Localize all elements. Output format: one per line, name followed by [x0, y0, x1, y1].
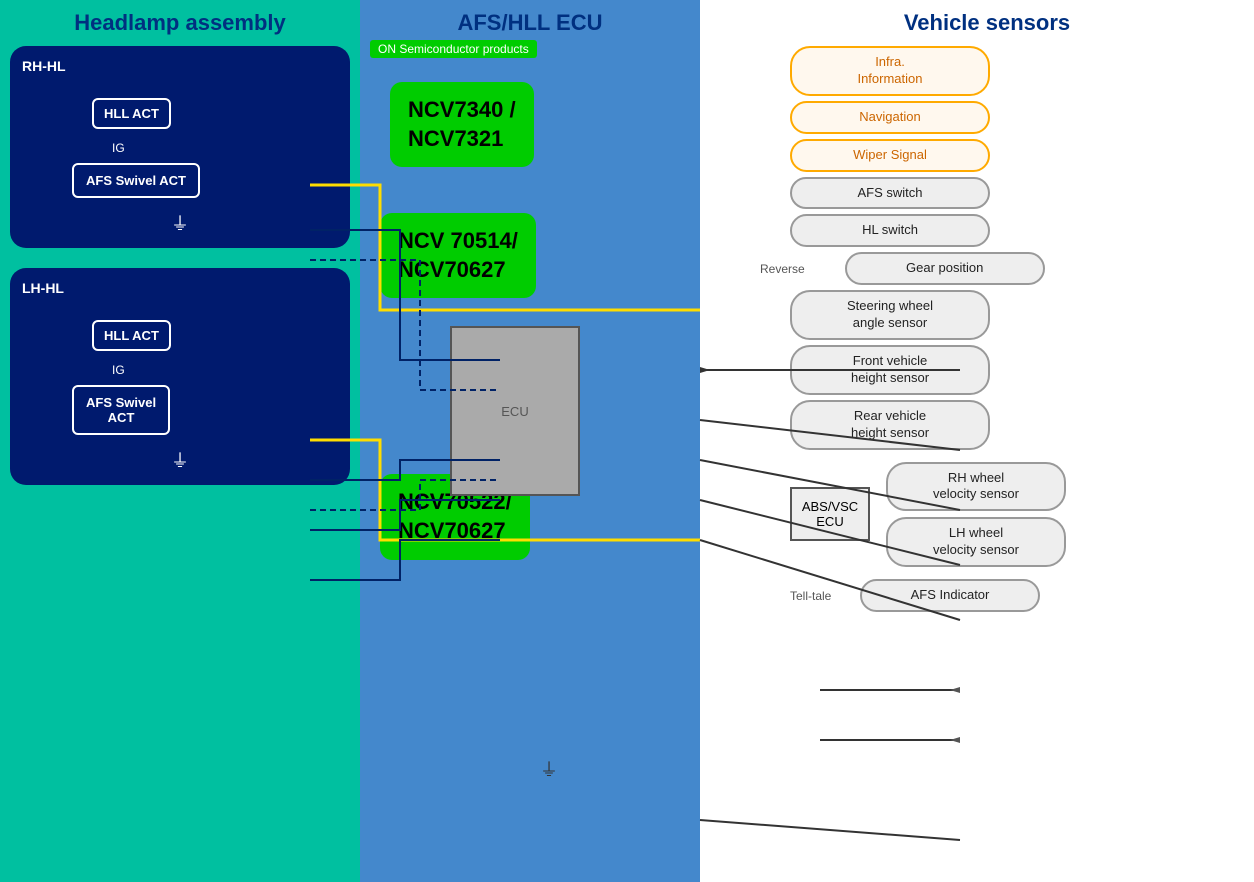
sensor-front-height-pill: Front vehicleheight sensor	[790, 345, 990, 395]
sensors-section: Vehicle sensors Infra.Information Naviga…	[700, 0, 1254, 882]
sensor-wiper-pill: Wiper Signal	[790, 139, 990, 172]
sensor-gear-pill: Gear position	[845, 252, 1045, 285]
ecu-title: AFS/HLL ECU	[370, 10, 690, 36]
lh-hl-module: LH-HL HLL ACT IG AFS SwivelACT ⏚	[10, 268, 350, 485]
sensor-lh-wheel-pill: LH wheelvelocity sensor	[886, 517, 1066, 567]
sensor-afs-switch: AFS switch	[790, 177, 1244, 210]
lh-ig-label: IG	[112, 363, 338, 377]
rh-hll-act-box: HLL ACT	[92, 98, 171, 129]
sensor-steering: Steering wheelangle sensor	[790, 290, 1244, 340]
sensor-rh-wheel-pill: RH wheelvelocity sensor	[886, 462, 1066, 512]
rh-ground: ⏚	[22, 210, 338, 236]
lh-hl-label: LH-HL	[22, 280, 338, 296]
chip1: NCV7340 /NCV7321	[390, 82, 534, 167]
rh-afs-swivel-act: AFS Swivel ACT	[72, 163, 200, 198]
rh-hl-module: RH-HL HLL ACT IG AFS Swivel ACT ⏚	[10, 46, 350, 248]
main-container: Headlamp assembly RH-HL HLL ACT IG AFS S…	[0, 0, 1254, 882]
ecu-section: AFS/HLL ECU ON Semiconductor products NC…	[360, 0, 700, 882]
ecu-box-label: ECU	[501, 404, 528, 419]
sensor-infra-pill: Infra.Information	[790, 46, 990, 96]
on-semi-badge: ON Semiconductor products	[370, 40, 537, 58]
sensor-hl-switch: HL switch	[790, 214, 1244, 247]
abs-ecu-group: ABS/VSCECU RH wheelvelocity sensor LH wh…	[790, 462, 1244, 568]
headlamp-title: Headlamp assembly	[10, 10, 350, 36]
sensor-rear-height-pill: Rear vehicleheight sensor	[790, 400, 990, 450]
sensor-steering-pill: Steering wheelangle sensor	[790, 290, 990, 340]
sensor-navigation: Navigation	[790, 101, 1244, 134]
sensor-infra: Infra.Information	[790, 46, 1244, 96]
sensor-gear: Reverse Gear position	[790, 252, 1244, 285]
lh-afs-swivel-act: AFS SwivelACT	[72, 385, 170, 435]
lh-ground: ⏚	[22, 447, 338, 473]
sensor-navigation-pill: Navigation	[790, 101, 990, 134]
lh-hll-act-box: HLL ACT	[92, 320, 171, 351]
sensors-list: Infra.Information Navigation Wiper Signa…	[790, 46, 1244, 612]
sensors-title: Vehicle sensors	[730, 10, 1244, 36]
ecu-gray-box: ECU	[450, 326, 580, 496]
tell-tale-group: Tell-tale AFS Indicator	[790, 579, 1244, 612]
sensor-afs-switch-pill: AFS switch	[790, 177, 990, 210]
abs-ecu-box: ABS/VSCECU	[790, 487, 870, 541]
sensor-front-height: Front vehicleheight sensor	[790, 345, 1244, 395]
reverse-label: Reverse	[760, 262, 805, 276]
tell-tale-label: Tell-tale	[790, 589, 850, 603]
sensor-afs-indicator-pill: AFS Indicator	[860, 579, 1040, 612]
headlamp-section: Headlamp assembly RH-HL HLL ACT IG AFS S…	[0, 0, 360, 882]
wheel-sensors: RH wheelvelocity sensor LH wheelvelocity…	[886, 462, 1244, 568]
sensor-hl-switch-pill: HL switch	[790, 214, 990, 247]
chip2: NCV 70514/NCV70627	[380, 213, 536, 298]
sensor-rear-height: Rear vehicleheight sensor	[790, 400, 1244, 450]
rh-hl-label: RH-HL	[22, 58, 338, 74]
sensor-wiper: Wiper Signal	[790, 139, 1244, 172]
rh-ig-label: IG	[112, 141, 338, 155]
ecu-ground: ⏚	[540, 756, 558, 782]
